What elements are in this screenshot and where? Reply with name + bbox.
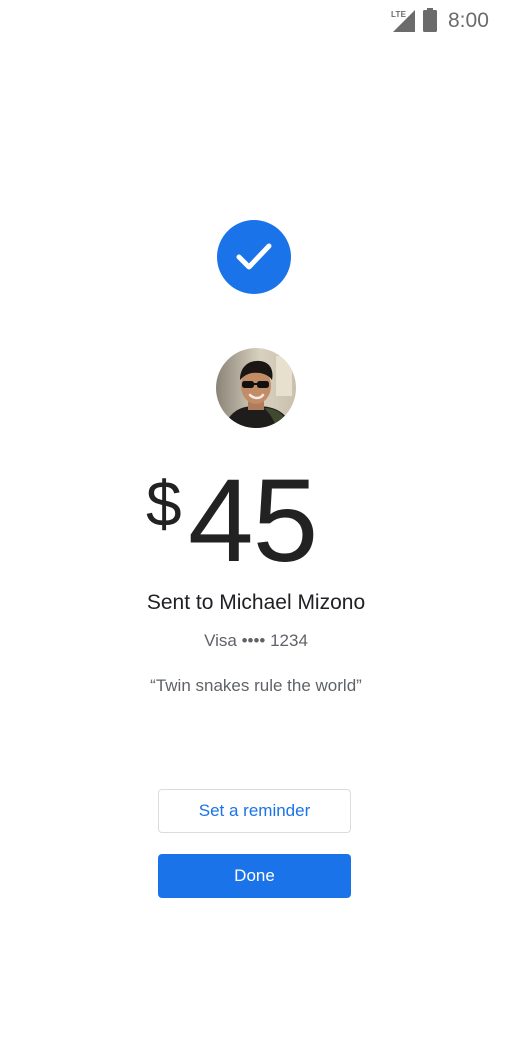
avatar-photo bbox=[216, 348, 296, 428]
recipient-text: Sent to Michael Mizono bbox=[146, 591, 366, 614]
payment-method: Visa •••• 1234 bbox=[204, 631, 308, 650]
recipient-avatar bbox=[216, 348, 296, 428]
payment-sent-screen: LTE 8:00 $ 45 Sent to Michael Mizono Vis… bbox=[0, 0, 512, 1050]
status-time: 8:00 bbox=[448, 9, 489, 32]
amount-value: 45 bbox=[188, 455, 318, 587]
status-bar: LTE 8:00 bbox=[0, 0, 512, 42]
currency-symbol: $ bbox=[146, 468, 182, 540]
amount-display: $ 45 bbox=[0, 462, 512, 582]
battery-icon bbox=[423, 8, 437, 32]
done-button[interactable]: Done bbox=[158, 854, 351, 898]
set-reminder-button[interactable]: Set a reminder bbox=[158, 789, 351, 833]
check-icon bbox=[236, 243, 272, 270]
cell-signal-icon bbox=[393, 10, 415, 32]
payment-memo: “Twin snakes rule the world” bbox=[150, 676, 362, 695]
success-check-badge bbox=[217, 220, 291, 294]
